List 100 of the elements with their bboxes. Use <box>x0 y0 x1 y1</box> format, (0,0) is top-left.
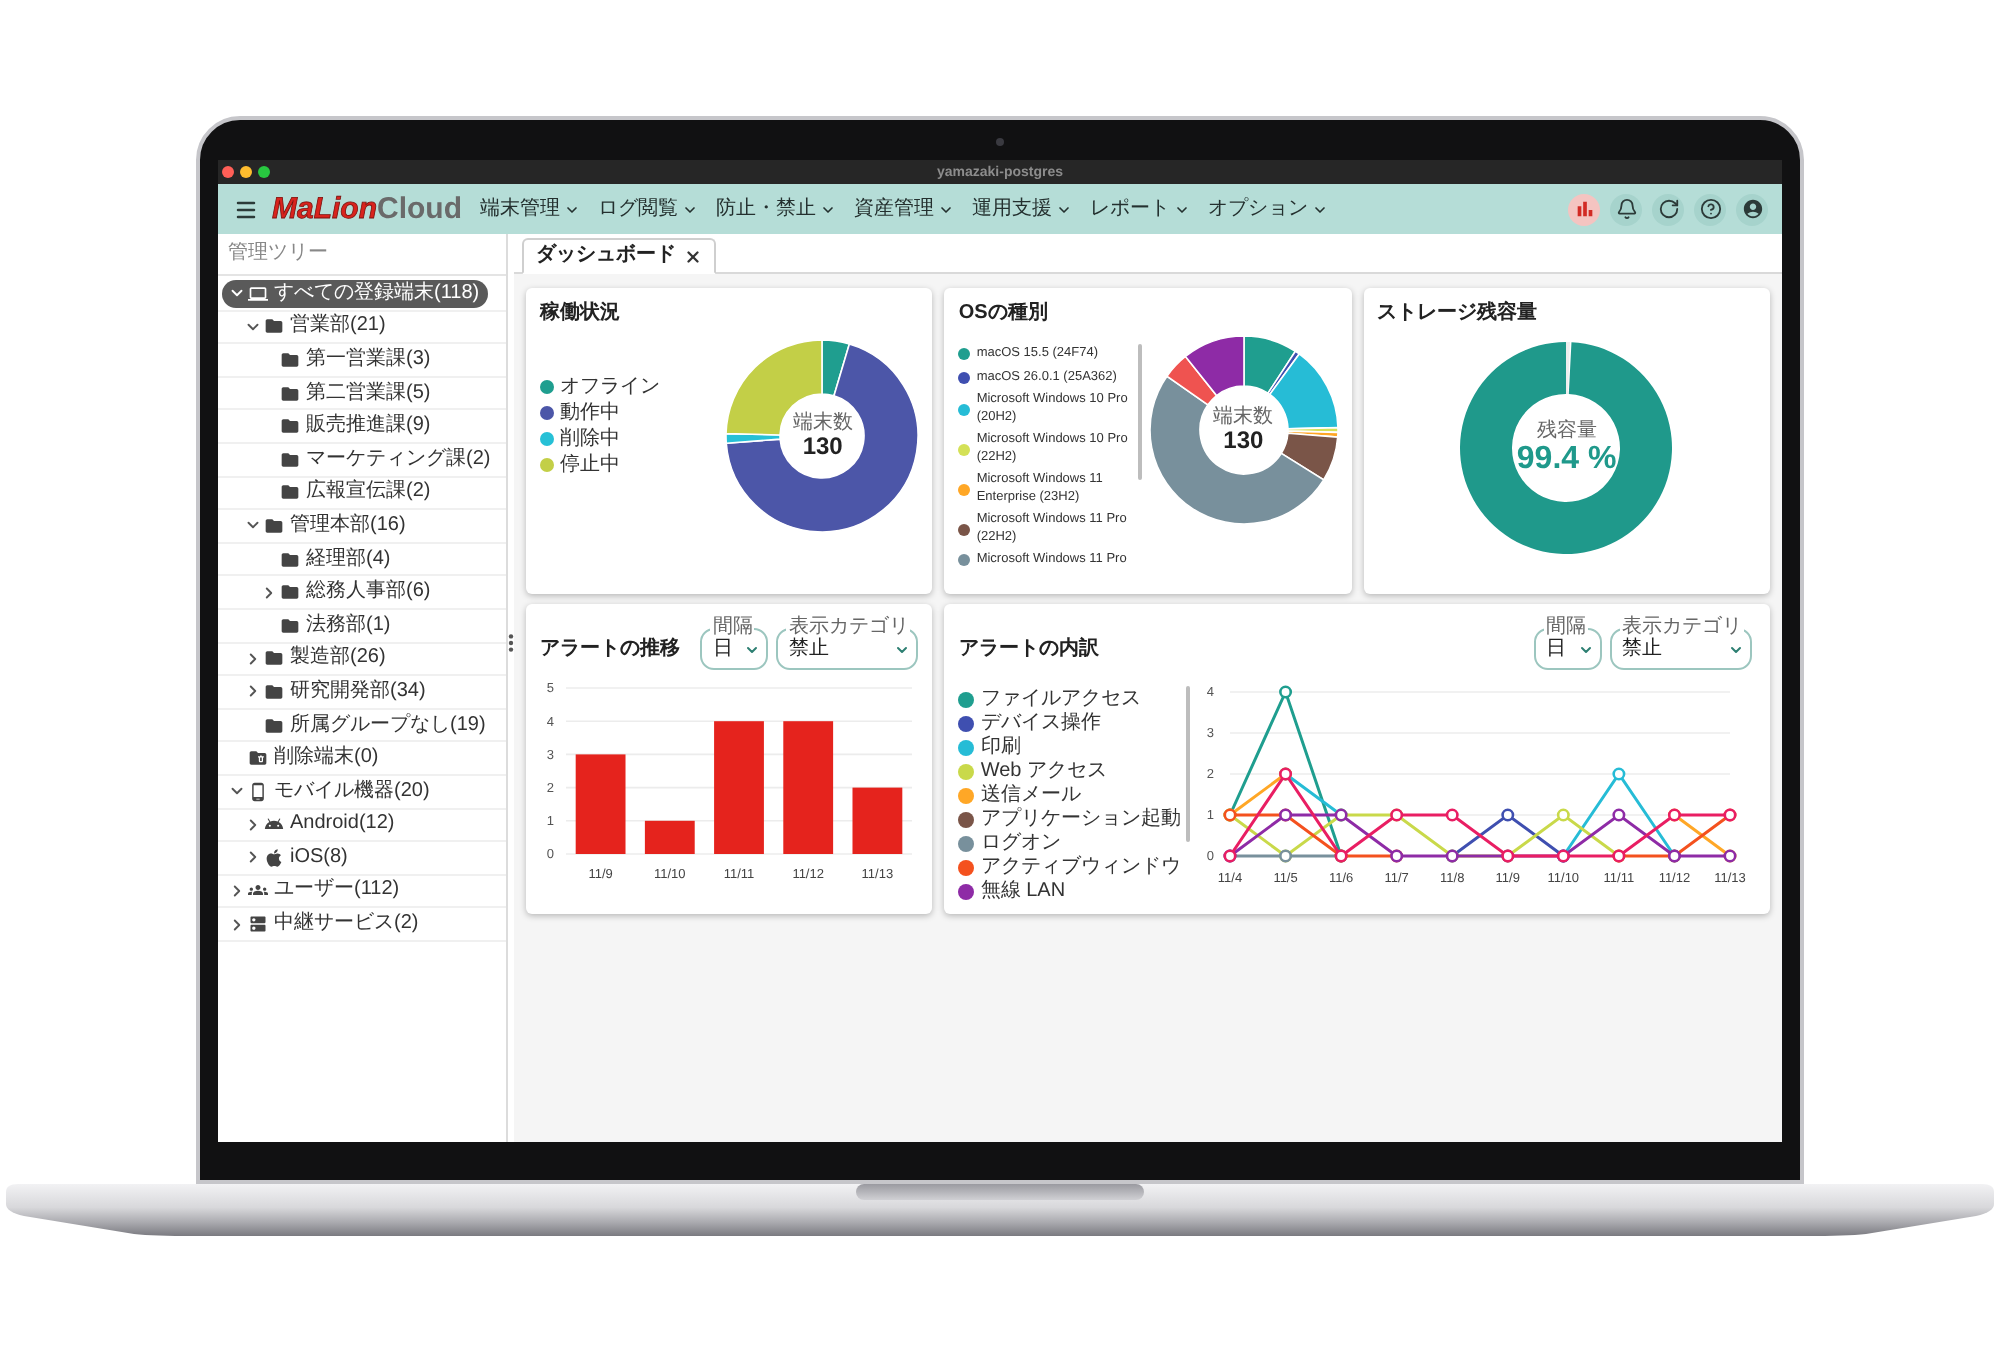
legend-label: デバイス操作 <box>980 712 1101 734</box>
folder-icon <box>280 549 300 570</box>
help-icon <box>1699 198 1721 220</box>
robot-icon <box>264 814 284 835</box>
tree-item[interactable]: 第二営業課(5) <box>254 379 437 408</box>
chevron-right-icon[interactable] <box>244 815 262 834</box>
menu-item[interactable]: 端末管理 <box>480 197 580 221</box>
donut-slice <box>1183 336 1245 397</box>
chart-button[interactable] <box>1568 193 1600 225</box>
notification-button[interactable] <box>1610 193 1642 225</box>
tree-item[interactable]: 広報宣伝課(2) <box>254 478 437 507</box>
folder-icon <box>264 681 284 702</box>
point <box>1613 808 1627 822</box>
folder-icon <box>280 349 300 370</box>
tree-item[interactable]: 第一営業課(3) <box>254 345 437 374</box>
chevron-right-icon[interactable] <box>260 583 278 602</box>
chevron-down-icon <box>894 642 911 658</box>
tree-item[interactable]: マーケティング課(2) <box>254 445 497 474</box>
menu-item[interactable]: 資産管理 <box>854 197 954 221</box>
server-icon <box>248 914 268 935</box>
center-label: 端末数 <box>1213 406 1274 428</box>
help-button[interactable] <box>1694 193 1726 225</box>
tree-item[interactable]: Android(12) <box>238 810 401 839</box>
dropdown[interactable]: 間隔 日 <box>700 618 769 670</box>
close-icon[interactable] <box>684 247 702 265</box>
menu-item[interactable]: オプション <box>1208 197 1328 221</box>
tree-item[interactable]: 経理部(4) <box>254 545 397 574</box>
account-button[interactable] <box>1736 193 1768 225</box>
tree-item[interactable]: 削除端末(0) <box>222 744 385 773</box>
tree-item[interactable]: 営業部(21) <box>238 312 392 341</box>
tree-item[interactable]: すべての登録端末(118) <box>222 279 488 308</box>
menu-item[interactable]: 運用支援 <box>972 197 1072 221</box>
bar-chart-icon <box>1573 198 1595 220</box>
folder-icon <box>280 615 300 636</box>
legend-label: アクティブウィンドウ <box>980 856 1181 878</box>
scrollbar-thumb[interactable] <box>1186 686 1191 842</box>
folder-icon <box>280 482 300 503</box>
tree-item[interactable]: 製造部(26) <box>238 644 392 673</box>
chevron-right-icon[interactable] <box>244 649 262 668</box>
tree-item[interactable]: 中継サービス(2) <box>222 910 425 939</box>
people-icon <box>248 880 268 901</box>
card-title: アラートの内訳 <box>958 638 1099 662</box>
center-label: 残容量 <box>1536 420 1597 442</box>
legend-label: 無線 LAN <box>980 880 1066 902</box>
legend-label: アプリケーション起動 <box>980 808 1181 830</box>
chevron-right-icon[interactable] <box>244 682 262 701</box>
chevron-right-icon[interactable] <box>228 881 246 900</box>
chevron-right-icon[interactable] <box>228 915 246 934</box>
tree-item[interactable]: 管理本部(16) <box>238 511 412 540</box>
legend-label: 動作中 <box>560 402 620 424</box>
dropdown[interactable]: 間隔 日 <box>1533 618 1602 670</box>
legend-label: ログオン <box>980 832 1061 854</box>
center-value: 99.4 % <box>1516 442 1617 476</box>
center-value: 130 <box>1223 428 1264 454</box>
tree-item[interactable]: ユーザー(112) <box>222 876 406 905</box>
donut-slice <box>1279 432 1338 481</box>
card-title: 稼働状況 <box>540 302 622 326</box>
dropdown-label: 表示カテゴリ <box>786 618 911 638</box>
bell-icon <box>1615 198 1637 220</box>
chevron-down-icon <box>938 201 954 217</box>
chevron-down-icon <box>820 201 836 217</box>
menu-item[interactable]: レポート <box>1090 197 1190 221</box>
folder-icon <box>280 449 300 470</box>
folder-trash-icon <box>248 748 268 769</box>
sidebar-title: 管理ツリー <box>228 242 328 266</box>
folder-icon <box>264 316 284 337</box>
tree-item[interactable]: モバイル機器(20) <box>222 777 436 806</box>
legend-label: 停止中 <box>560 454 620 476</box>
tab[interactable]: ダッシュボード <box>522 238 716 274</box>
legend-label: Web アクセス <box>980 760 1107 782</box>
donut-slice <box>1165 355 1217 406</box>
point <box>1501 808 1515 822</box>
camera-icon <box>996 138 1004 146</box>
bar <box>783 721 834 854</box>
center-value: 130 <box>802 434 843 460</box>
tree-item[interactable]: iOS(8) <box>238 843 354 872</box>
dropdown[interactable]: 表示カテゴリ 禁止 <box>1609 618 1752 670</box>
folder-icon <box>280 582 300 603</box>
card-title: ストレージ残容量 <box>1377 302 1540 326</box>
scrollbar-thumb[interactable] <box>1138 344 1143 480</box>
dropdown-label: 間隔 <box>710 618 755 638</box>
point <box>1613 767 1627 781</box>
menu-item[interactable]: ログ閲覧 <box>598 197 698 221</box>
bar <box>644 820 695 854</box>
tree-item[interactable]: 所属グループなし(19) <box>238 711 492 740</box>
bar <box>852 787 903 854</box>
dropdown[interactable]: 表示カテゴリ 禁止 <box>776 618 919 670</box>
tree-item[interactable]: 販売推進課(9) <box>254 412 437 441</box>
card-title: OSの種別 <box>958 302 1050 326</box>
tree-item[interactable]: 総務人事部(6) <box>254 578 437 607</box>
tree-item[interactable]: 研究開発部(34) <box>238 677 432 706</box>
chevron-right-icon[interactable] <box>244 848 262 867</box>
menu-item[interactable]: 防止・禁止 <box>716 197 836 221</box>
refresh-button[interactable] <box>1652 193 1684 225</box>
folder-icon <box>280 383 300 404</box>
menu-icon[interactable] <box>234 197 258 221</box>
folder-icon <box>264 515 284 536</box>
drag-handle-icon[interactable] <box>508 634 514 652</box>
tree-item[interactable]: 法務部(1) <box>254 611 397 640</box>
folder-icon <box>280 416 300 437</box>
